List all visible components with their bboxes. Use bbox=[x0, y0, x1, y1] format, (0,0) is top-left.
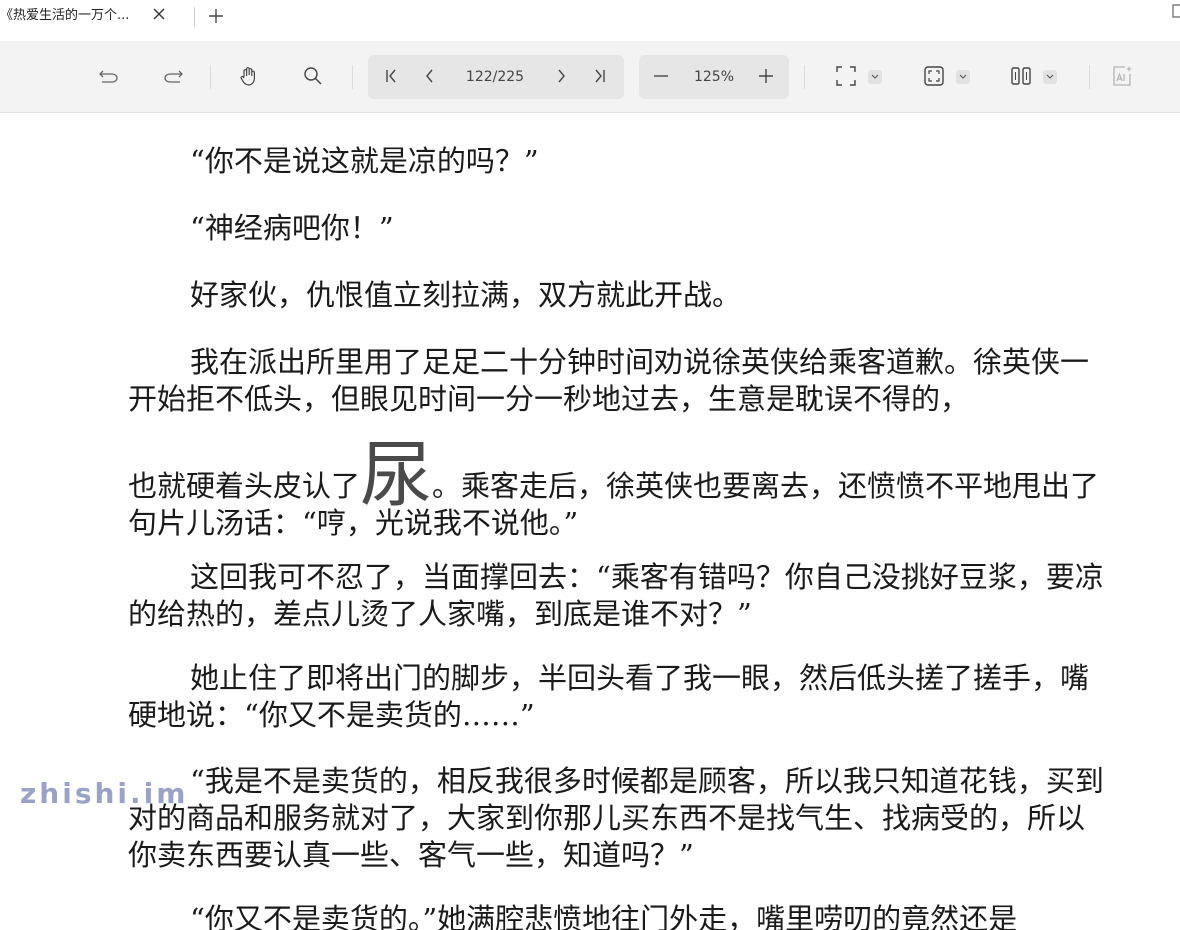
fit-page-icon bbox=[836, 66, 856, 86]
new-tab-button[interactable] bbox=[205, 5, 227, 27]
chevron-left-icon bbox=[426, 69, 433, 83]
paragraph: 她止住了即将出门的脚步，半回头看了我一眼，然后低头搓了搓手，嘴硬地说：“你又不是… bbox=[128, 661, 1090, 732]
fullscreen-icon bbox=[924, 66, 944, 86]
reader-toolbar: 122/225 125% bbox=[0, 41, 1180, 113]
minus-icon bbox=[654, 75, 668, 77]
paragraph: 好家伙，仇恨值立刻拉满，双方就此开战。 bbox=[190, 278, 742, 312]
previous-page-button[interactable] bbox=[416, 62, 444, 90]
paragraph: “我是不是卖货的，相反我很多时候都是顾客，所以我只知道花钱，买到对的商品和服务就… bbox=[128, 764, 1104, 872]
hand-icon bbox=[240, 67, 255, 86]
toolbar-divider bbox=[804, 65, 805, 89]
zoom-level[interactable]: 125% bbox=[681, 55, 747, 99]
page-layout-dropdown[interactable] bbox=[1043, 70, 1057, 84]
paragraph: 我在派出所里用了足足二十分钟时间劝说徐英侠给乘客道歉。徐英侠一开始拒不低头，但眼… bbox=[128, 345, 1090, 416]
chevron-down-icon bbox=[959, 74, 967, 79]
tab-divider bbox=[194, 7, 195, 27]
paragraph: “你又不是卖货的。”她满腔悲愤地往门外走，嘴里唠叨的竟然还是 bbox=[190, 902, 1018, 930]
toolbar-divider bbox=[210, 65, 211, 89]
tab-strip: 《热爱生活的一万个... bbox=[0, 0, 1180, 38]
document-tab[interactable]: 《热爱生活的一万个... bbox=[0, 0, 180, 34]
fit-page-button[interactable] bbox=[832, 62, 860, 90]
chevron-down-icon bbox=[1046, 74, 1054, 79]
paragraph: 也就硬着头皮认了尿。乘客走后，徐英侠也要离去，还愤愤不平地甩出了句片儿汤话：“哼… bbox=[128, 433, 1108, 542]
page-layout-button[interactable] bbox=[1007, 62, 1035, 90]
document-page[interactable]: “你不是说这就是凉的吗？” “神经病吧你！” 好家伙，仇恨值立刻拉满，双方就此开… bbox=[0, 113, 1180, 930]
paragraph-text: 也就硬着头皮认了 bbox=[128, 469, 361, 503]
ai-assistant-button[interactable] bbox=[1108, 62, 1136, 90]
plus-icon bbox=[759, 69, 773, 83]
window-control-icon[interactable] bbox=[1172, 3, 1180, 18]
ai-icon bbox=[1113, 66, 1132, 86]
paragraph: “你不是说这就是凉的吗？” bbox=[190, 144, 539, 178]
chevron-down-icon bbox=[871, 74, 879, 79]
toolbar-divider bbox=[352, 65, 353, 89]
zoom-out-button[interactable] bbox=[647, 62, 675, 90]
search-button[interactable] bbox=[299, 62, 327, 90]
next-page-button[interactable] bbox=[547, 62, 575, 90]
tab-title: 《热爱生活的一万个... bbox=[0, 8, 130, 23]
page-indicator[interactable]: 122/225 bbox=[455, 55, 535, 99]
paragraph: 这回我可不忍了，当面撑回去：“乘客有错吗？你自己没挑好豆浆，要凉的给热的，差点儿… bbox=[128, 560, 1104, 631]
fullscreen-button[interactable] bbox=[920, 62, 948, 90]
first-page-icon bbox=[386, 69, 396, 83]
hand-tool-button[interactable] bbox=[235, 62, 263, 90]
two-page-icon bbox=[1011, 67, 1031, 85]
last-page-button[interactable] bbox=[586, 62, 614, 90]
undo-button[interactable] bbox=[95, 62, 123, 90]
undo-icon bbox=[99, 70, 118, 83]
toolbar-divider bbox=[1089, 65, 1090, 89]
close-tab-icon[interactable] bbox=[150, 5, 168, 23]
chevron-right-icon bbox=[558, 69, 565, 83]
paragraph: “神经病吧你！” bbox=[190, 211, 394, 245]
fullscreen-dropdown[interactable] bbox=[956, 70, 970, 84]
fit-page-dropdown[interactable] bbox=[868, 70, 882, 84]
first-page-button[interactable] bbox=[377, 62, 405, 90]
zoom-in-button[interactable] bbox=[752, 62, 780, 90]
inline-character-image: 尿 bbox=[360, 433, 433, 517]
watermark: zhishi.im bbox=[20, 777, 189, 810]
search-icon bbox=[304, 67, 322, 85]
last-page-icon bbox=[595, 69, 605, 83]
redo-icon bbox=[164, 70, 183, 83]
redo-button[interactable] bbox=[159, 62, 187, 90]
